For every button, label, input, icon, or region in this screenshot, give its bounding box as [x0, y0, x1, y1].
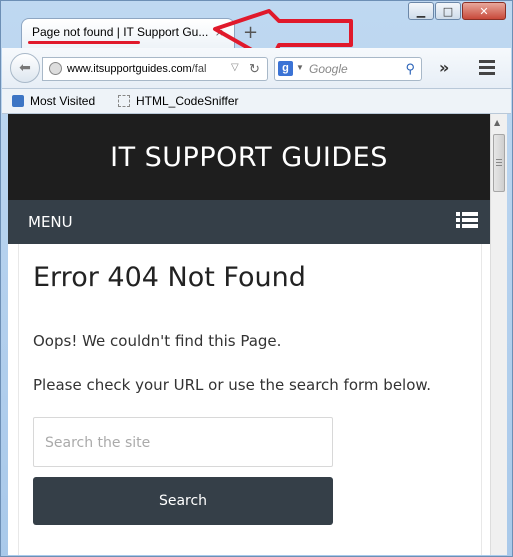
bookmark-label: HTML_CodeSniffer: [136, 94, 239, 108]
site-title[interactable]: IT SUPPORT GUIDES: [110, 142, 388, 173]
maximize-button[interactable]: □: [435, 2, 461, 20]
menu-label[interactable]: MENU: [28, 213, 73, 231]
bookmark-label: Most Visited: [30, 94, 96, 108]
hamburger-menu-icon[interactable]: [456, 212, 478, 230]
browser-search-placeholder: Google: [309, 62, 348, 76]
page-title: Error 404 Not Found: [33, 262, 306, 293]
back-arrow-icon: ⬅: [19, 60, 31, 76]
globe-icon: [49, 62, 62, 75]
site-header: IT SUPPORT GUIDES: [8, 114, 490, 200]
grip-line: [496, 162, 502, 163]
article-body: Error 404 Not Found Oops! We couldn't fi…: [18, 244, 482, 555]
url-text: www.itsupportguides.com/fal: [67, 63, 227, 75]
minimize-button[interactable]: ▁: [408, 2, 434, 20]
grip-line: [496, 159, 502, 160]
site-menu-bar[interactable]: MENU: [8, 200, 490, 244]
browser-search-box[interactable]: g ▼ Google ⚲: [274, 57, 422, 81]
browser-menu-icon[interactable]: [476, 57, 498, 79]
close-window-button[interactable]: ✕: [462, 2, 506, 20]
grip-line: [496, 165, 502, 166]
bookmark-book-icon: [12, 95, 24, 107]
vertical-scrollbar[interactable]: ▲: [490, 114, 507, 555]
url-host: www.itsupportguides.com: [67, 63, 192, 75]
tab-title: Page not found | IT Support Gu...: [32, 25, 209, 39]
scroll-thumb[interactable]: [493, 134, 505, 192]
overflow-chevron-icon[interactable]: »: [439, 58, 449, 77]
search-icon[interactable]: ⚲: [405, 61, 415, 77]
bookmark-most-visited[interactable]: Most Visited: [12, 94, 95, 108]
navigation-toolbar: ⬅ www.itsupportguides.com/fal ▽ ↻ g ▼ Go…: [2, 48, 511, 89]
bookmark-html-codesniffer[interactable]: HTML_CodeSniffer: [118, 94, 239, 108]
reload-icon[interactable]: ↻: [249, 61, 260, 77]
error-instructions: Please check your URL or use the search …: [33, 376, 432, 394]
page-icon: [118, 95, 130, 107]
site-search-input[interactable]: Search the site: [33, 417, 333, 467]
bookmarks-toolbar: Most Visited HTML_CodeSniffer: [2, 89, 511, 114]
scroll-up-icon[interactable]: ▲: [494, 118, 500, 127]
google-icon[interactable]: g: [278, 61, 293, 76]
back-button[interactable]: ⬅: [10, 53, 40, 83]
engine-dropdown-icon[interactable]: ▼: [296, 63, 304, 72]
site-search-button[interactable]: Search: [33, 477, 333, 525]
page-content: IT SUPPORT GUIDES MENU Error 404 Not Fou…: [8, 114, 490, 555]
url-path: /fal: [191, 63, 207, 75]
window-controls: ▁ □ ✕: [407, 2, 506, 20]
dropdown-arrow-icon[interactable]: ▽: [231, 62, 239, 73]
red-underline-annotation: [28, 41, 140, 44]
browser-window: ▁ □ ✕ Page not found | IT Support Gu... …: [0, 0, 513, 557]
address-bar[interactable]: www.itsupportguides.com/fal ▽ ↻: [42, 57, 268, 81]
error-message: Oops! We couldn't find this Page.: [33, 332, 282, 350]
